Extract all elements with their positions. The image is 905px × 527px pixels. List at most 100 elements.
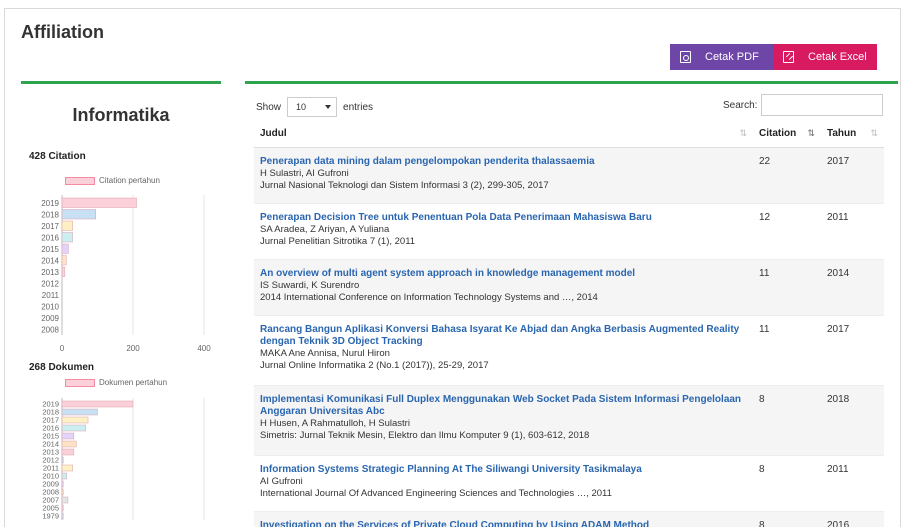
- tick-label: 2009: [41, 314, 59, 323]
- affiliation-panel: Affiliation Cetak PDF Cetak Excel Inform…: [4, 8, 901, 527]
- cell-tahun: 2014: [827, 268, 850, 279]
- search-input[interactable]: [761, 94, 884, 116]
- tick-label: 2018: [41, 211, 59, 220]
- sort-icon: ⇅: [739, 128, 747, 138]
- bar: [61, 243, 69, 254]
- table-row: Rancang Bangun Aplikasi Konversi Bahasa …: [254, 316, 884, 386]
- bar: [61, 496, 69, 504]
- paper-title-link[interactable]: Rancang Bangun Aplikasi Konversi Bahasa …: [260, 324, 747, 348]
- column-judul[interactable]: Judul ⇅: [254, 120, 753, 147]
- table-header: Judul ⇅ Citation ⇅ Tahun ⇅: [254, 120, 884, 148]
- chevron-down-icon: [325, 105, 332, 109]
- bar: [61, 424, 86, 432]
- paper-title-link[interactable]: Information Systems Strategic Planning A…: [260, 464, 747, 476]
- citation-legend-swatch: [65, 176, 95, 185]
- cell-judul: Investigation on the Services of Private…: [254, 512, 753, 527]
- paper-title-link[interactable]: Investigation on the Services of Private…: [260, 520, 747, 527]
- citation-chart: 2019 2018 2017 2016 2015 2014 2013 2012 2011 2010…: [41, 195, 211, 353]
- bar: [61, 408, 98, 416]
- paper-authors: AI Gufroni: [260, 476, 303, 487]
- bar: [61, 266, 66, 277]
- paper-title-link[interactable]: Implementasi Komunikasi Full Duplex Meng…: [260, 394, 747, 418]
- cell-tahun: 2016: [827, 520, 850, 527]
- print-pdf-button[interactable]: Cetak PDF: [670, 44, 773, 70]
- unit-name: Informatika: [72, 105, 170, 125]
- print-excel-label: Cetak Excel: [808, 51, 867, 63]
- bar: [61, 488, 64, 496]
- paper-title-link[interactable]: Penerapan data mining dalam pengelompoka…: [260, 156, 747, 168]
- table-body: Penerapan data mining dalam pengelompoka…: [254, 148, 884, 527]
- citation-legend-label: Citation pertahun: [99, 176, 160, 185]
- entries-control: Show 10 entries: [256, 97, 373, 117]
- bar: [61, 464, 73, 472]
- paper-venue: Jurnal Nasional Teknologi dan Sistem Inf…: [260, 180, 549, 191]
- column-judul-label: Judul: [260, 128, 287, 139]
- cell-citation: 11: [759, 324, 770, 335]
- excel-file-icon: [783, 51, 794, 63]
- x-tick-label: 0: [60, 344, 65, 353]
- column-tahun-label: Tahun: [827, 128, 857, 139]
- tick-label: 2013: [41, 268, 59, 277]
- bar: [61, 472, 67, 480]
- tick-label: 2015: [41, 245, 59, 254]
- cell-judul: Rancang Bangun Aplikasi Konversi Bahasa …: [254, 316, 753, 385]
- right-divider: [245, 81, 898, 84]
- publications-table: Judul ⇅ Citation ⇅ Tahun ⇅ Penerapan dat…: [254, 120, 884, 527]
- cell-tahun: 2017: [827, 324, 850, 335]
- paper-authors: H Sulastri, AI Gufroni: [260, 168, 349, 179]
- paper-venue: Jurnal Online Informatika 2 (No.1 (2017)…: [260, 360, 489, 371]
- entries-select[interactable]: 10: [287, 97, 338, 117]
- cell-tahun: 2018: [827, 394, 850, 405]
- bar: [61, 432, 75, 440]
- show-label: Show: [256, 101, 282, 113]
- dokumen-count: 268 Dokumen: [29, 362, 95, 373]
- cell-judul: Penerapan data mining dalam pengelompoka…: [254, 148, 753, 203]
- cell-citation: 11: [759, 268, 770, 279]
- tick-label: 2012: [41, 280, 59, 289]
- cell-judul: Penerapan Decision Tree untuk Penentuan …: [254, 204, 753, 259]
- bar: [61, 232, 73, 243]
- tick-label: 2017: [41, 222, 59, 231]
- cell-judul: Implementasi Komunikasi Full Duplex Meng…: [254, 386, 753, 455]
- cell-citation: 8: [759, 394, 765, 405]
- bar: [61, 440, 77, 448]
- tick-label: 2016: [41, 234, 59, 243]
- print-excel-button[interactable]: Cetak Excel: [773, 44, 877, 70]
- paper-venue: Jurnal Penelitian Sitrotika 7 (1), 2011: [260, 236, 416, 247]
- tick-label: 2014: [41, 257, 59, 266]
- dokumen-legend-swatch: [65, 378, 95, 387]
- bar: [61, 512, 64, 520]
- left-divider: [21, 81, 221, 84]
- cell-citation: 12: [759, 212, 771, 223]
- pdf-file-icon: [680, 51, 691, 63]
- bar: [61, 209, 96, 220]
- tick-label: 2010: [41, 303, 59, 312]
- cell-tahun: 2017: [827, 156, 850, 167]
- page-title: Affiliation: [21, 22, 104, 42]
- search-control: Search:: [723, 94, 884, 116]
- sort-icon: ⇅: [870, 128, 878, 138]
- paper-authors: SA Aradea, Z Ariyan, A Yuliana: [260, 224, 390, 235]
- column-citation-label: Citation: [759, 128, 797, 139]
- column-citation[interactable]: Citation ⇅: [753, 120, 821, 147]
- cell-citation: 8: [759, 520, 765, 527]
- tick-label: 2019: [41, 199, 59, 208]
- dokumen-legend-label: Dokumen pertahun: [99, 378, 168, 387]
- cell-citation: 8: [759, 464, 765, 475]
- cell-citation: 22: [759, 156, 771, 167]
- paper-title-link[interactable]: An overview of multi agent system approa…: [260, 268, 747, 280]
- citation-legend: Citation pertahun: [65, 176, 160, 185]
- bar: [61, 255, 67, 266]
- cell-tahun: 2011: [827, 464, 849, 475]
- table-row: Implementasi Komunikasi Full Duplex Meng…: [254, 386, 884, 456]
- bar: [61, 197, 137, 208]
- paper-title-link[interactable]: Penerapan Decision Tree untuk Penentuan …: [260, 212, 747, 224]
- citation-count: 428 Citation: [29, 151, 86, 162]
- bar: [61, 480, 64, 488]
- cell-tahun: 2011: [827, 212, 849, 223]
- sort-desc-icon: ⇅: [807, 128, 815, 138]
- table-row: An overview of multi agent system approa…: [254, 260, 884, 316]
- column-tahun[interactable]: Tahun ⇅: [821, 120, 884, 147]
- table-row: Information Systems Strategic Planning A…: [254, 456, 884, 512]
- table-row: Penerapan Decision Tree untuk Penentuan …: [254, 204, 884, 260]
